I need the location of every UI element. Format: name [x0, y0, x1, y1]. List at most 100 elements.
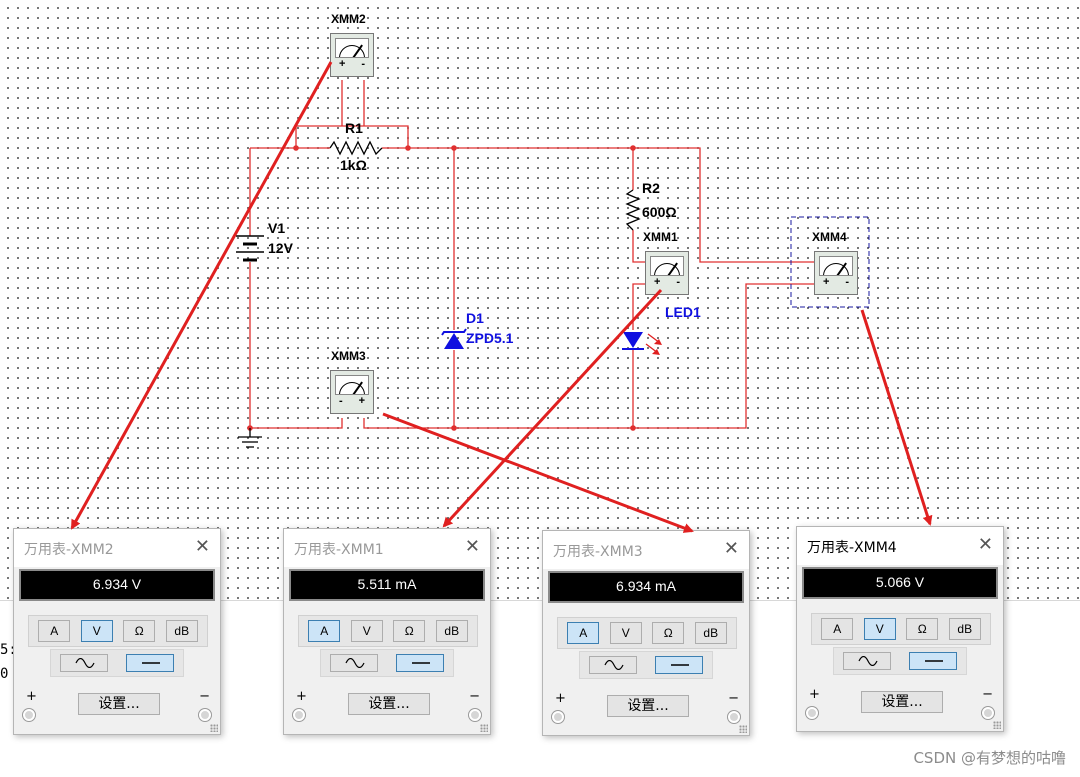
ac-button[interactable] — [843, 652, 891, 670]
mode-button[interactable]: A — [567, 622, 600, 644]
mode-button[interactable]: A — [38, 620, 71, 642]
window-title: 万用表-XMM4 — [807, 540, 897, 556]
mode-button[interactable]: V — [80, 620, 113, 642]
xmm3-label: XMM3 — [331, 349, 366, 363]
xmm4-symbol[interactable]: + - — [814, 251, 858, 295]
minus-terminal[interactable] — [728, 711, 740, 723]
r1-value: 1kΩ — [340, 157, 367, 173]
minus-terminal-label: − — [469, 689, 480, 704]
plus-terminal[interactable] — [293, 709, 305, 721]
circuit-schematic: R1 1kΩ R2 600Ω V1 12V D1 ZPD5.1 LED1 XMM… — [236, 12, 870, 448]
xmm4-label: XMM4 — [812, 230, 847, 244]
meter-reading: 6.934 mA — [548, 571, 744, 603]
signal-type-selector — [320, 649, 454, 677]
mode-button[interactable]: Ω — [906, 618, 939, 640]
minus-terminal[interactable] — [469, 709, 481, 721]
ac-button[interactable] — [60, 654, 108, 672]
multimeter-window[interactable]: 万用表-XMM3 ✕ 6.934 mA A V ΩdB 设置... + − — [542, 530, 750, 736]
resistor-r2-symbol[interactable] — [625, 189, 641, 231]
settings-button[interactable]: 设置... — [78, 693, 160, 715]
sine-wave-icon — [858, 656, 878, 666]
mode-selector: A V ΩdB — [557, 617, 737, 649]
ac-button[interactable] — [330, 654, 378, 672]
window-titlebar[interactable]: 万用表-XMM3 ✕ — [543, 531, 749, 569]
gauge-icon — [335, 375, 369, 395]
minus-terminal[interactable] — [982, 707, 994, 719]
led1-symbol[interactable] — [622, 332, 662, 355]
plus-terminal-label: + — [809, 687, 820, 702]
mode-button[interactable]: A — [308, 620, 341, 642]
plus-terminal[interactable] — [23, 709, 35, 721]
r2-value: 600Ω — [642, 204, 677, 220]
dc-button[interactable] — [126, 654, 174, 672]
window-titlebar[interactable]: 万用表-XMM1 ✕ — [284, 529, 490, 567]
xmm2-symbol[interactable]: + - — [330, 33, 374, 77]
settings-button[interactable]: 设置... — [607, 695, 689, 717]
resize-grip-icon[interactable] — [993, 721, 1001, 729]
minus-terminal-label: − — [982, 687, 993, 702]
mode-button[interactable]: V — [350, 620, 383, 642]
close-icon[interactable]: ✕ — [465, 536, 480, 558]
zener-d1-symbol[interactable] — [441, 328, 467, 349]
plus-terminal[interactable] — [806, 707, 818, 719]
multimeter-window[interactable]: 万用表-XMM4 ✕ 5.066 V A V ΩdB 设置... + − — [796, 526, 1004, 732]
mode-button[interactable]: A — [821, 618, 854, 640]
xmm1-symbol[interactable]: + - — [645, 251, 689, 295]
junctions — [247, 145, 636, 431]
mode-button[interactable]: dB — [948, 618, 981, 640]
r1-name: R1 — [345, 120, 363, 136]
mode-selector: A V ΩdB — [28, 615, 208, 647]
mode-button[interactable]: dB — [694, 622, 727, 644]
window-title: 万用表-XMM1 — [294, 542, 384, 558]
xmm3-symbol[interactable]: - + — [330, 370, 374, 414]
plus-terminal[interactable] — [552, 711, 564, 723]
ac-button[interactable] — [589, 656, 637, 674]
dc-button[interactable] — [909, 652, 957, 670]
signal-type-selector — [579, 651, 713, 679]
resize-grip-icon[interactable] — [739, 725, 747, 733]
settings-button[interactable]: 设置... — [348, 693, 430, 715]
dc-button[interactable] — [396, 654, 444, 672]
meter-reading: 5.511 mA — [289, 569, 485, 601]
mode-button[interactable]: Ω — [123, 620, 156, 642]
settings-button[interactable]: 设置... — [861, 691, 943, 713]
multimeter-window[interactable]: 万用表-XMM2 ✕ 6.934 V A V ΩdB 设置... + − — [13, 528, 221, 735]
resize-grip-icon[interactable] — [480, 724, 488, 732]
xmm2-label: XMM2 — [331, 12, 366, 26]
pin-plus: + — [653, 276, 661, 288]
dc-button[interactable] — [655, 656, 703, 674]
multimeter-window[interactable]: 万用表-XMM1 ✕ 5.511 mA A V ΩdB 设置... + − — [283, 528, 491, 735]
signal-type-selector — [50, 649, 184, 677]
watermark: CSDN @有梦想的咕噜 — [913, 749, 1066, 767]
plus-terminal-label: + — [26, 689, 37, 704]
close-icon[interactable]: ✕ — [978, 534, 993, 556]
battery-v1-symbol[interactable] — [236, 235, 264, 262]
close-icon[interactable]: ✕ — [195, 536, 210, 558]
mode-button[interactable]: Ω — [393, 620, 426, 642]
window-titlebar[interactable]: 万用表-XMM4 ✕ — [797, 527, 1003, 565]
resistor-r1-symbol[interactable] — [329, 140, 383, 156]
signal-type-selector — [833, 647, 967, 675]
window-title: 万用表-XMM3 — [553, 544, 643, 560]
mode-selector: A V ΩdB — [811, 613, 991, 645]
led1-name: LED1 — [665, 304, 701, 320]
mode-button[interactable]: V — [863, 618, 896, 640]
v1-name: V1 — [268, 220, 285, 236]
resize-grip-icon[interactable] — [210, 724, 218, 732]
d1-value: ZPD5.1 — [466, 330, 514, 346]
ground-symbol — [238, 428, 262, 448]
mode-button[interactable]: V — [609, 622, 642, 644]
mode-button[interactable]: dB — [165, 620, 198, 642]
window-titlebar[interactable]: 万用表-XMM2 ✕ — [14, 529, 220, 567]
minus-terminal-label: − — [728, 691, 739, 706]
close-icon[interactable]: ✕ — [724, 538, 739, 560]
minus-terminal[interactable] — [199, 709, 211, 721]
v1-value: 12V — [268, 240, 294, 256]
gauge-icon — [650, 256, 684, 276]
sine-wave-icon — [345, 658, 365, 668]
window-title: 万用表-XMM2 — [24, 542, 114, 558]
mode-button[interactable]: dB — [435, 620, 468, 642]
pin-minus: - — [845, 276, 850, 288]
sine-wave-icon — [75, 658, 95, 668]
mode-button[interactable]: Ω — [652, 622, 685, 644]
